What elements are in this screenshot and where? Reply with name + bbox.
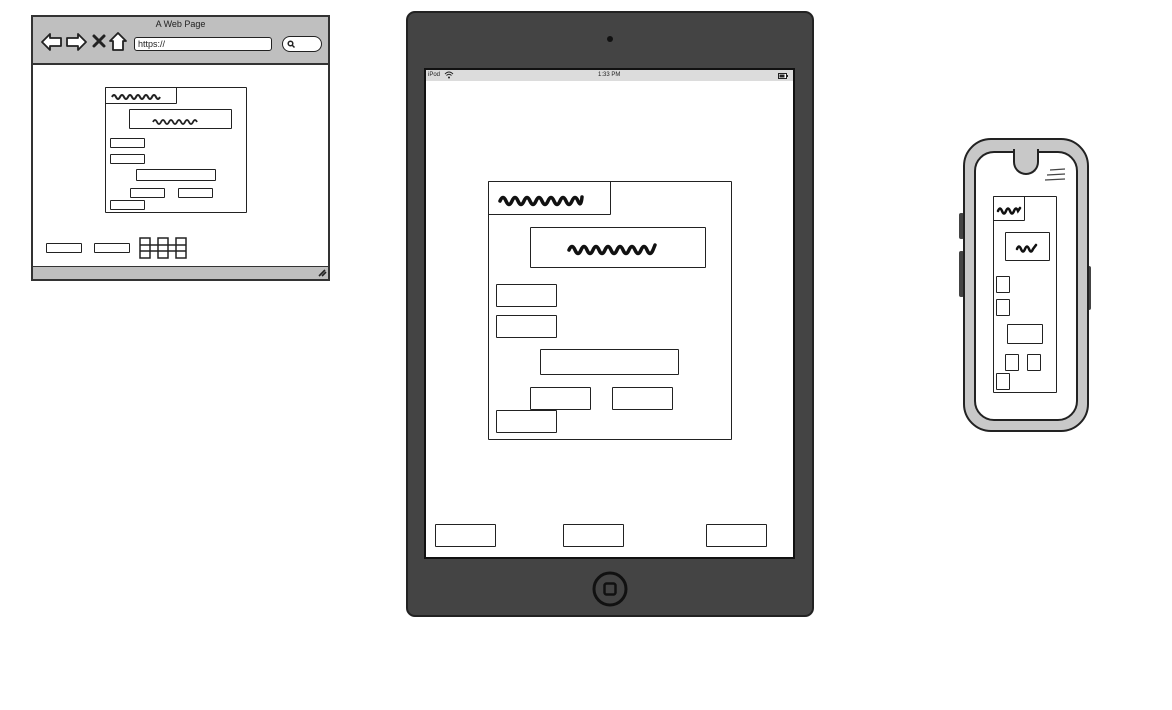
form-title-box [1005, 232, 1050, 261]
link-bar-icon[interactable] [139, 237, 187, 259]
search-icon [287, 40, 296, 49]
forward-arrow-icon[interactable] [65, 33, 87, 51]
form-panel [993, 196, 1057, 393]
footer-button[interactable] [94, 243, 130, 253]
status-time: 1:33 PM [598, 72, 621, 78]
wide-field-box[interactable] [540, 349, 679, 375]
button-box[interactable] [612, 387, 673, 410]
footer-button[interactable] [563, 524, 624, 547]
button-box[interactable] [130, 188, 165, 198]
button-box[interactable] [1005, 354, 1019, 371]
url-field[interactable]: https:// [134, 37, 272, 51]
camera-icon [607, 36, 613, 42]
footer-button[interactable] [46, 243, 82, 253]
button-box[interactable] [178, 188, 213, 198]
scribble-text [996, 206, 1022, 215]
footer-button[interactable] [706, 524, 767, 547]
scribble-text [111, 94, 161, 100]
back-arrow-icon[interactable] [41, 33, 63, 51]
phone-notch [1013, 149, 1039, 175]
form-panel [488, 181, 732, 440]
field-box[interactable] [496, 315, 557, 338]
field-box[interactable] [110, 138, 145, 148]
browser-title: A Web Page [155, 19, 206, 29]
scribble-text [498, 195, 584, 207]
button-box[interactable] [530, 387, 591, 410]
wifi-icon [444, 71, 454, 79]
resize-grip-icon[interactable] [317, 268, 327, 277]
home-button-icon[interactable] [592, 571, 628, 607]
button-box[interactable] [996, 373, 1010, 390]
button-box[interactable] [1027, 354, 1041, 371]
button-box[interactable] [110, 200, 145, 210]
scribble-text [1015, 243, 1038, 253]
wide-field-box[interactable] [1007, 324, 1043, 344]
form-header [105, 87, 177, 104]
form-panel [105, 87, 247, 213]
form-title-box [129, 109, 232, 129]
battery-icon [778, 73, 788, 79]
form-header [993, 196, 1025, 221]
form-title-box [530, 227, 706, 268]
menu-icon[interactable] [1044, 168, 1066, 182]
browser-window: A Web Page https:// [31, 15, 330, 281]
scribble-text [567, 243, 657, 256]
search-field[interactable] [282, 36, 322, 52]
home-icon[interactable] [109, 32, 127, 51]
button-box[interactable] [496, 410, 557, 433]
form-header [488, 181, 611, 215]
field-box[interactable] [110, 154, 145, 164]
field-box[interactable] [496, 284, 557, 307]
footer-button[interactable] [435, 524, 496, 547]
scribble-text [152, 119, 198, 125]
wide-field-box[interactable] [136, 169, 216, 181]
close-icon[interactable] [92, 34, 106, 48]
browser-statusbar [33, 266, 328, 279]
url-text: https:// [138, 39, 166, 49]
field-box[interactable] [996, 299, 1010, 316]
status-carrier: iPod [428, 72, 441, 78]
field-box[interactable] [996, 276, 1010, 293]
